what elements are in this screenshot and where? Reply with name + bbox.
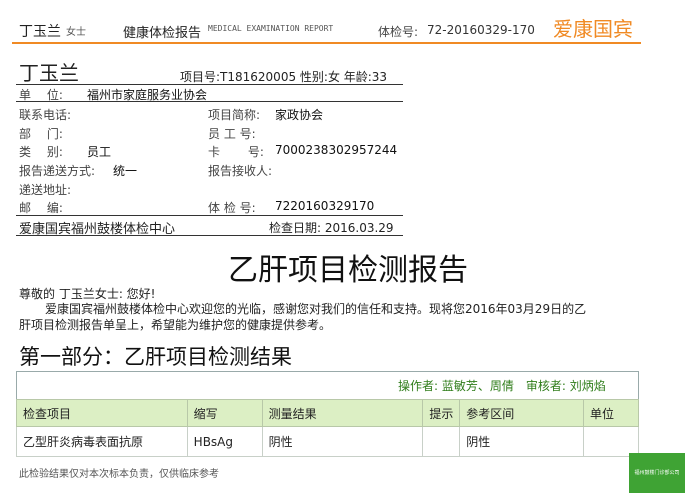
section-title: 第一部分：乙肝项目检测结果 (19, 345, 292, 369)
phone-label: 联系电话: (19, 108, 72, 122)
staff-no-label: 员 工 号: (208, 127, 256, 141)
col-header-result: 测量结果 (261, 399, 424, 427)
footer-note: 此检验结果仅对本次标本负责，仅供临床参考 (19, 469, 219, 480)
category-label: 类 别: (19, 145, 63, 159)
project-abbr-label: 项目简称: (208, 108, 261, 122)
info-rule-bottom (16, 215, 403, 216)
cell-unit (583, 426, 639, 457)
info-rule-top (16, 84, 403, 85)
header-divider (12, 42, 641, 44)
exam-num-value: 7220160329170 (275, 199, 375, 213)
col-header-reference: 参考区间 (459, 399, 585, 427)
receiver-label: 报告接收人: (208, 164, 273, 178)
header-gender: 女士 (66, 27, 86, 38)
cell-reference: 阴性 (459, 426, 585, 457)
cell-item: 乙型肝炎病毒表面抗原 (16, 426, 188, 457)
delivery-label: 报告递送方式: (19, 164, 96, 178)
brand-logo: 爱康国宾 (553, 17, 633, 41)
clinic-badge: 福州鼓楼门诊部公司 (629, 453, 685, 493)
center-rule (16, 235, 403, 236)
operators: 操作者: 蓝敏芳、周倩 审核者: 刘炳焰 (398, 379, 606, 393)
postcode-label: 邮 编: (19, 201, 63, 215)
exam-num-label: 体 检 号: (208, 201, 256, 215)
table-header-row: 检查项目 缩写 测量结果 提示 参考区间 单位 (16, 399, 639, 427)
patient-summary: 项目号:T181620005 性别:女 年龄:33 (180, 70, 388, 84)
exam-date: 检查日期: 2016.03.29 (269, 221, 394, 235)
exam-no-value: 72-20160329-170 (427, 23, 535, 37)
col-header-hint: 提示 (422, 399, 461, 427)
header-report-title: 健康体检报告 (123, 26, 202, 41)
letter-line-2: 肝项目检测报告单呈上，希望能为维护您的健康提供参考。 (19, 318, 332, 332)
col-header-item: 检查项目 (16, 399, 188, 427)
cell-abbr: HBsAg (186, 426, 263, 457)
col-header-abbr: 缩写 (186, 399, 263, 427)
exam-no-label: 体检号: (378, 25, 419, 39)
card-value: 7000238302957244 (275, 143, 398, 157)
card-label: 卡 号: (208, 145, 264, 159)
address-label: 递送地址: (19, 183, 72, 197)
col-header-unit: 单位 (583, 399, 639, 427)
header-name: 丁玉兰 (19, 24, 61, 40)
dept-label: 部 门: (19, 127, 63, 141)
report-title: 乙肝项目检测报告 (228, 253, 468, 288)
results-table: 检查项目 缩写 测量结果 提示 参考区间 单位 乙型肝炎病毒表面抗原 HBsAg… (16, 399, 639, 457)
category-value: 员工 (87, 145, 112, 159)
patient-name: 丁玉兰 (19, 61, 79, 85)
header-report-title-en: MEDICAL EXAMINATION REPORT (208, 24, 334, 33)
info-rule-unit (16, 101, 403, 102)
project-abbr-value: 家政协会 (275, 108, 324, 122)
cell-hint (422, 426, 461, 457)
delivery-value: 统一 (113, 164, 138, 178)
cell-result: 阴性 (261, 426, 424, 457)
letter-line-1: 爱康国宾福州鼓楼体检中心欢迎您的光临，感谢您对我们的信任和支持。现将您2016年… (45, 302, 587, 316)
table-row: 乙型肝炎病毒表面抗原 HBsAg 阴性 阴性 (16, 426, 639, 457)
